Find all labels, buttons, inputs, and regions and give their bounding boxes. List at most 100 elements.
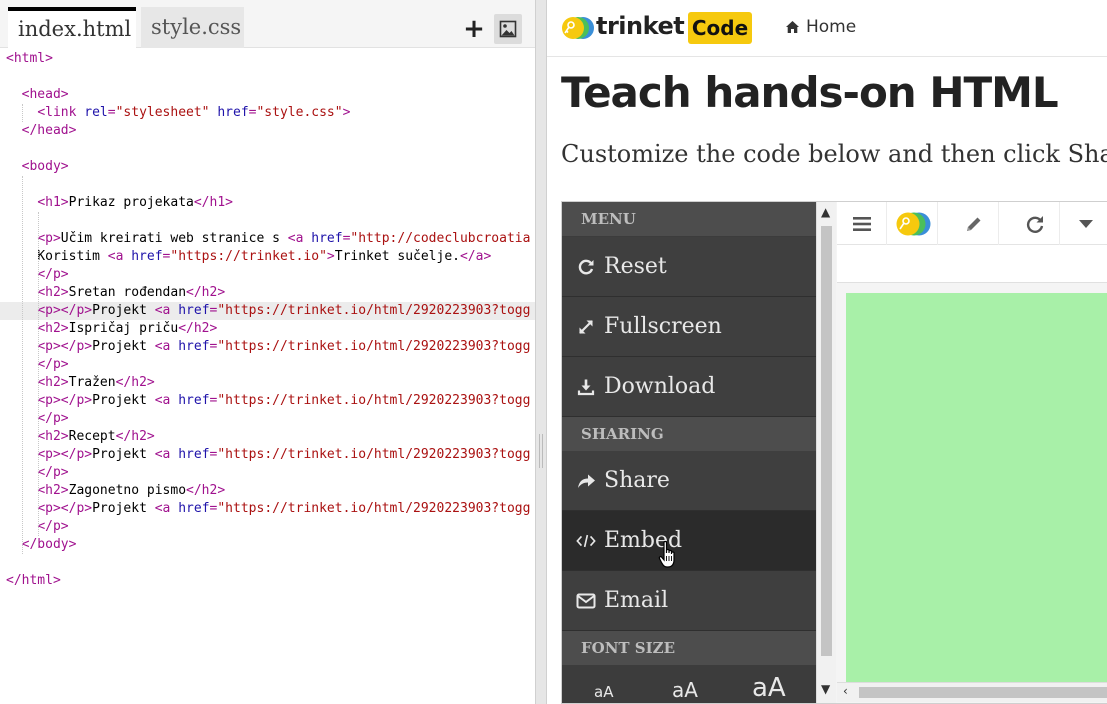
indent-guide bbox=[22, 176, 23, 554]
code-line[interactable]: </p> bbox=[0, 410, 535, 428]
output-scrollbar-thumb[interactable] bbox=[859, 687, 1107, 698]
code-token: rel bbox=[84, 105, 108, 120]
code-token: <a bbox=[154, 393, 179, 408]
code-line[interactable]: <body> bbox=[0, 158, 535, 176]
code-token: <a bbox=[154, 447, 179, 462]
home-link[interactable]: Home bbox=[785, 17, 856, 37]
scroll-up-icon[interactable]: ▲ bbox=[821, 205, 830, 219]
scroll-left-icon[interactable]: ‹ bbox=[843, 684, 848, 698]
tab-style-css[interactable]: style.css bbox=[141, 7, 244, 48]
font-size-small[interactable]: aA bbox=[594, 683, 613, 701]
code-token: "https://trinket.io/html/2920223903?togg bbox=[217, 339, 531, 354]
code-editor-pane: index.html style.css + <html> <head> <li… bbox=[0, 0, 535, 704]
add-file-button[interactable]: + bbox=[460, 14, 488, 44]
font-size-medium[interactable]: aA bbox=[672, 678, 698, 702]
pane-splitter[interactable] bbox=[535, 0, 547, 704]
download-menu-item[interactable]: Download bbox=[562, 357, 816, 417]
code-token: <a bbox=[154, 501, 179, 516]
preview-pane: trinket Code Home Teach hands-on HTML Cu… bbox=[547, 0, 1107, 704]
code-token: <h2> bbox=[37, 375, 69, 390]
code-line[interactable]: <h2>Tražen</h2> bbox=[0, 374, 535, 392]
code-line[interactable]: </p> bbox=[0, 518, 535, 536]
email-menu-item[interactable]: Email bbox=[562, 571, 816, 631]
code-line[interactable]: Koristim <a href="https://trinket.io">Tr… bbox=[0, 248, 535, 266]
code-line[interactable]: <p></p>Projekt <a href="https://trinket.… bbox=[0, 302, 535, 320]
code-token: "https://trinket.io/html/2920223903?togg bbox=[217, 447, 531, 462]
share-menu-item[interactable]: Share bbox=[562, 451, 816, 511]
code-line[interactable]: </p> bbox=[0, 266, 535, 284]
run-button[interactable] bbox=[1010, 202, 1060, 245]
menu-scrollbar[interactable]: ▲ ▼ bbox=[816, 202, 836, 703]
code-line[interactable]: </html> bbox=[0, 572, 535, 590]
code-token: </p> bbox=[37, 519, 69, 534]
font-size-large[interactable]: aA bbox=[752, 673, 786, 703]
code-line[interactable]: <head> bbox=[0, 86, 535, 104]
code-line[interactable]: </head> bbox=[0, 122, 535, 140]
code-line[interactable]: <link rel="stylesheet" href="style.css"> bbox=[0, 104, 535, 122]
code-line[interactable] bbox=[0, 176, 535, 194]
code-line[interactable] bbox=[0, 140, 535, 158]
code-line[interactable]: <p>Učim kreirati web stranice s <a href=… bbox=[0, 230, 535, 248]
edit-button[interactable] bbox=[949, 202, 999, 245]
code-token: <p></p> bbox=[37, 501, 93, 516]
code-line[interactable]: <p></p>Projekt <a href="https://trinket.… bbox=[0, 338, 535, 356]
view-images-button[interactable] bbox=[494, 14, 522, 44]
code-line[interactable] bbox=[0, 68, 535, 86]
result-output bbox=[846, 293, 1107, 682]
code-token: </h2> bbox=[115, 375, 155, 390]
code-line[interactable]: <p></p>Projekt <a href="https://trinket.… bbox=[0, 500, 535, 518]
code-line[interactable]: <html> bbox=[0, 50, 535, 68]
download-label: Download bbox=[604, 373, 716, 399]
trinket-logo-button[interactable] bbox=[888, 202, 938, 245]
code-token: </html> bbox=[6, 573, 61, 588]
scroll-down-icon[interactable]: ▼ bbox=[821, 682, 830, 696]
code-token: href bbox=[131, 249, 163, 264]
code-token: </head> bbox=[21, 123, 77, 138]
code-line[interactable]: <h2>Recept</h2> bbox=[0, 428, 535, 446]
code-line[interactable] bbox=[0, 212, 535, 230]
code-line[interactable]: <h2>Zagonetno pismo</h2> bbox=[0, 482, 535, 500]
trinket-embed: MENU Reset Fullscreen Download SHARING S… bbox=[561, 201, 1107, 704]
code-token: </h2> bbox=[186, 285, 226, 300]
font-size-section-title: FONT SIZE bbox=[562, 631, 816, 665]
caret-down-icon bbox=[1079, 219, 1093, 228]
code-line[interactable] bbox=[0, 554, 535, 572]
code-line[interactable]: <h2>Sretan rođendan</h2> bbox=[0, 284, 535, 302]
code-area[interactable]: <html> <head> <link rel="stylesheet" hre… bbox=[0, 49, 535, 704]
page-title: Teach hands-on HTML bbox=[561, 68, 1059, 117]
code-line[interactable]: <p></p>Projekt <a href="https://trinket.… bbox=[0, 446, 535, 464]
fullscreen-menu-item[interactable]: Fullscreen bbox=[562, 297, 816, 357]
brand-name[interactable]: trinket bbox=[596, 12, 685, 40]
code-token: <h2> bbox=[37, 321, 69, 336]
code-line[interactable]: <h1>Prikaz projekata</h1> bbox=[0, 194, 535, 212]
menu-toggle-button[interactable] bbox=[837, 202, 887, 245]
code-token: href bbox=[178, 303, 210, 318]
share-icon bbox=[576, 471, 596, 491]
indent-guide bbox=[22, 104, 23, 122]
code-line[interactable]: </p> bbox=[0, 464, 535, 482]
site-navbar: trinket Code Home bbox=[547, 0, 1107, 57]
reset-menu-item[interactable]: Reset bbox=[562, 237, 816, 297]
code-line[interactable]: <p></p>Projekt <a href="https://trinket.… bbox=[0, 392, 535, 410]
code-line[interactable]: <h2>Ispričaj priču</h2> bbox=[0, 320, 535, 338]
code-token: <p></p> bbox=[37, 393, 93, 408]
menu-scrollbar-thumb[interactable] bbox=[821, 226, 832, 656]
code-token: <p></p> bbox=[37, 339, 93, 354]
code-token: href bbox=[217, 105, 249, 120]
code-token: <html> bbox=[6, 51, 53, 66]
tab-index-html[interactable]: index.html bbox=[8, 7, 136, 48]
more-options-button[interactable] bbox=[1061, 202, 1107, 245]
code-token: </a> bbox=[459, 249, 492, 264]
code-token: </p> bbox=[37, 465, 69, 480]
code-line[interactable]: </body> bbox=[0, 536, 535, 554]
code-line[interactable]: </p> bbox=[0, 356, 535, 374]
embed-menu-item[interactable]: Embed bbox=[562, 511, 816, 571]
code-token: "https://trinket.io/html/2920223903?togg bbox=[217, 303, 531, 318]
splitter-grip[interactable] bbox=[539, 434, 543, 468]
reset-label: Reset bbox=[604, 253, 667, 279]
font-size-options: aA aA aA bbox=[562, 667, 816, 703]
output-horizontal-scrollbar[interactable]: ‹ bbox=[837, 682, 1107, 702]
code-token: href bbox=[178, 393, 210, 408]
